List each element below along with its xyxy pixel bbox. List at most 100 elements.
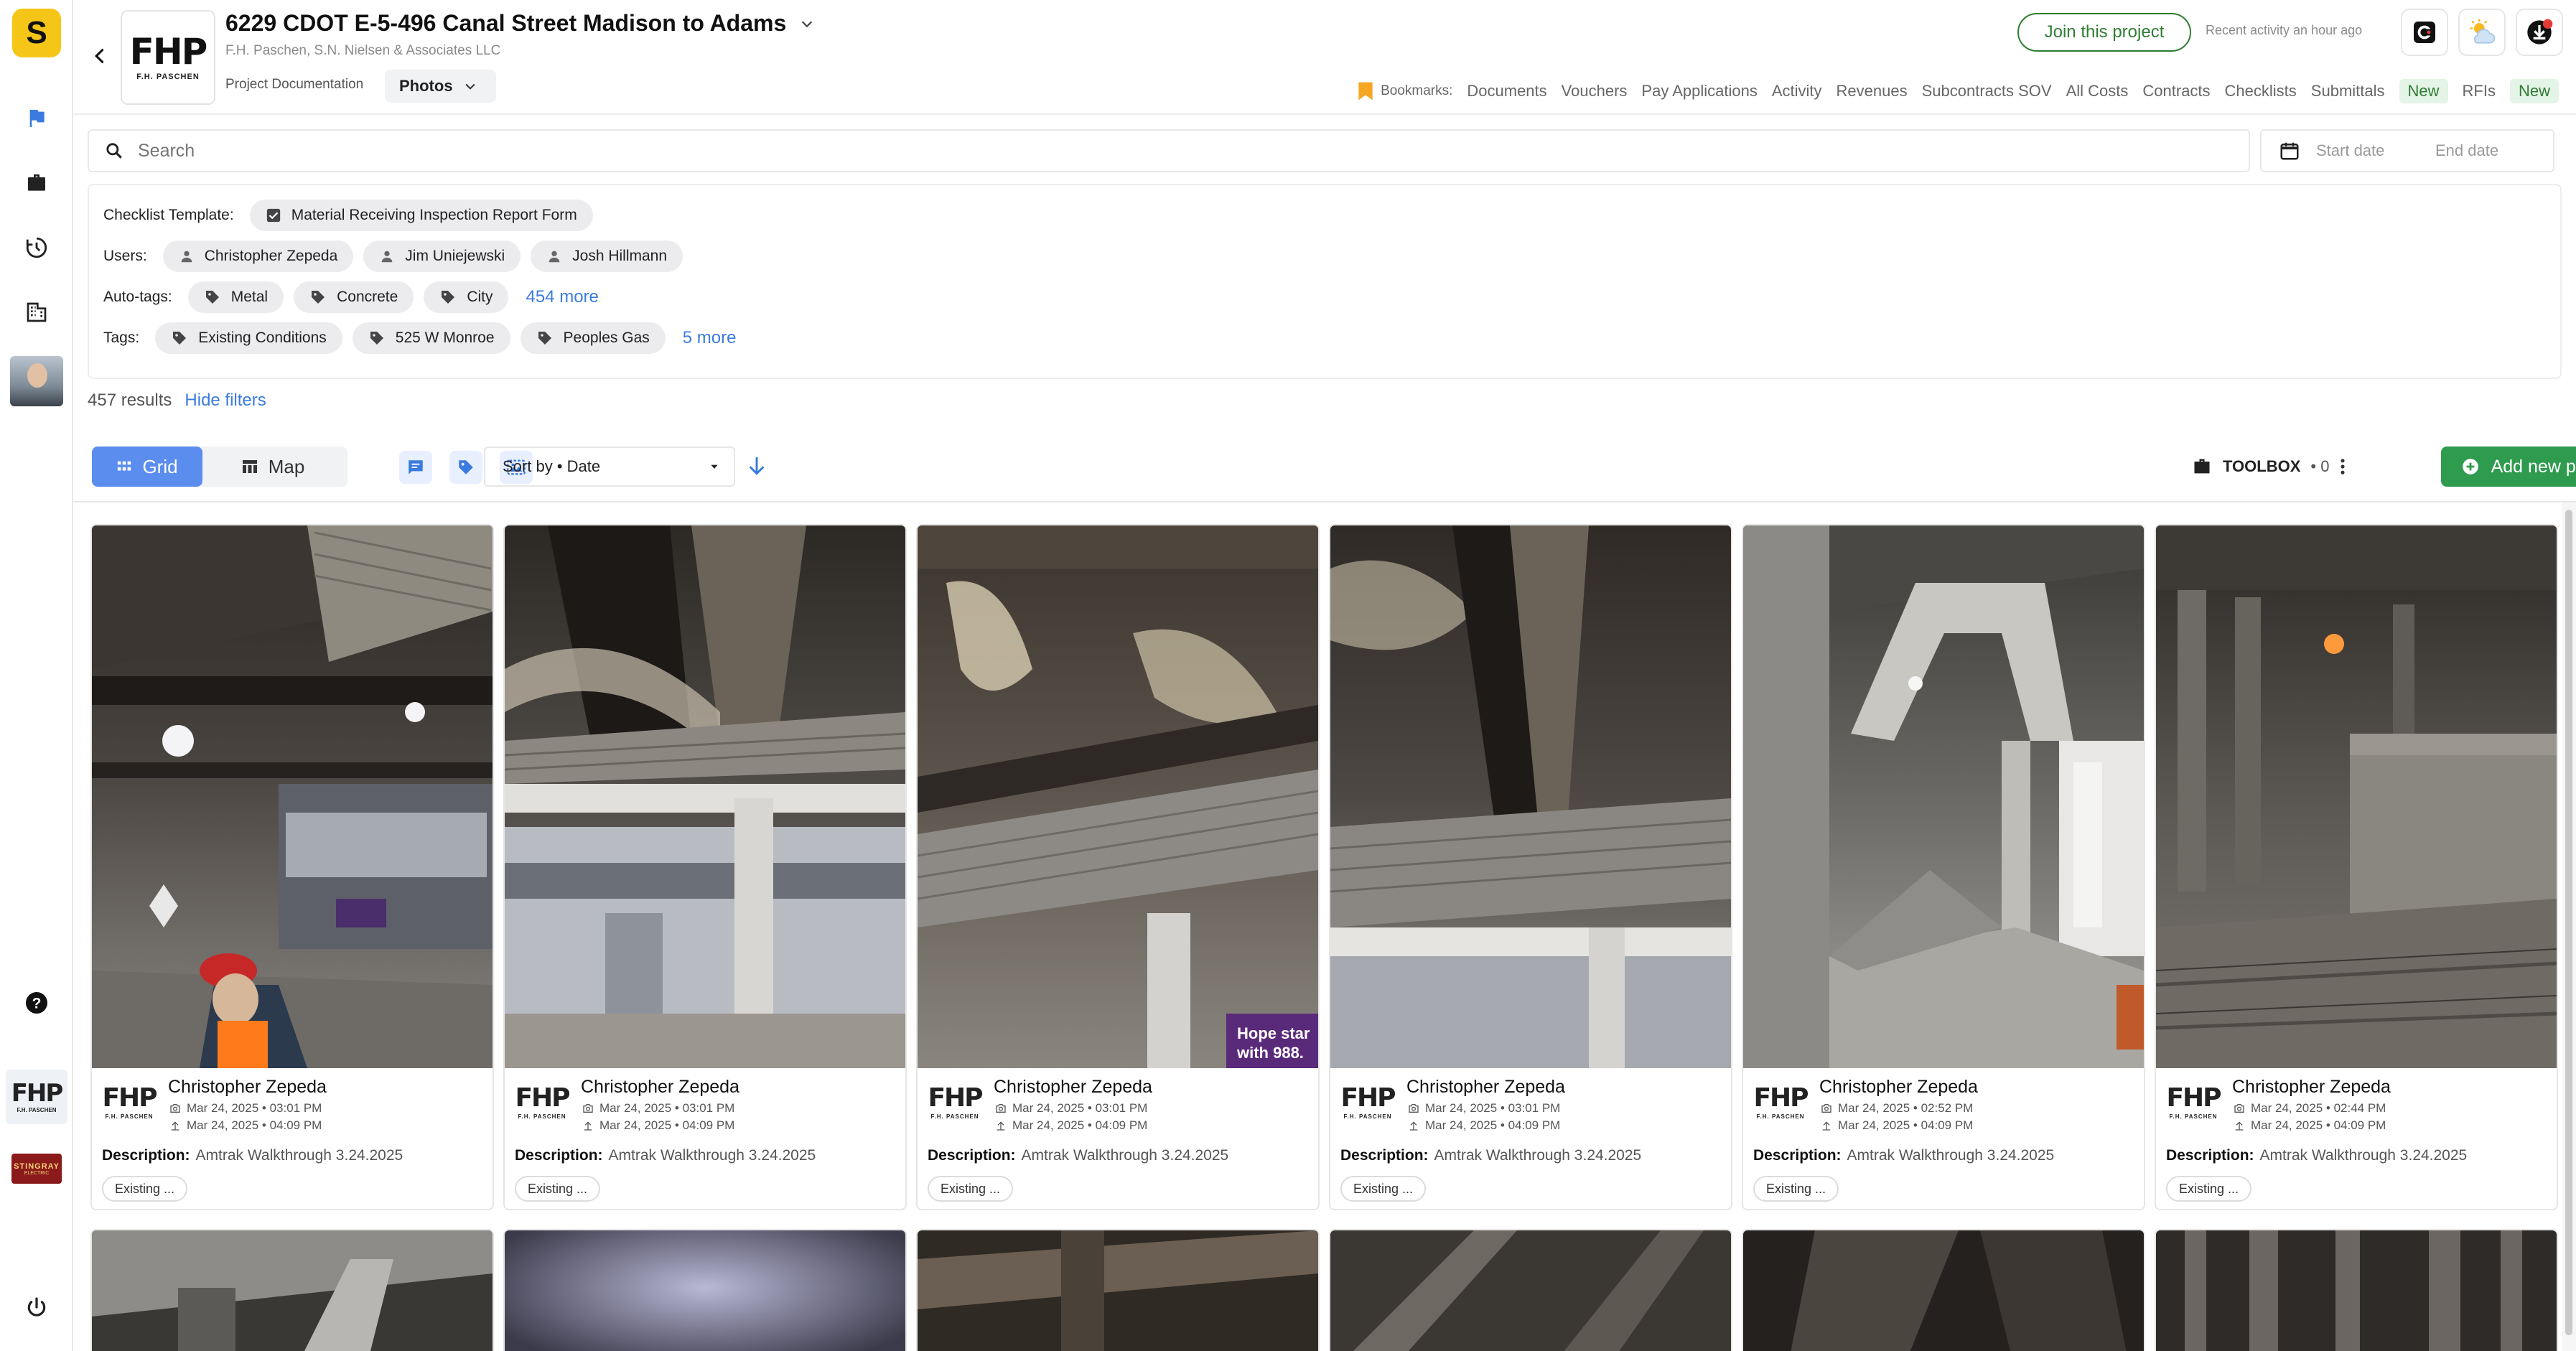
user-chip[interactable]: Christopher Zepeda	[162, 240, 354, 272]
tag-chip[interactable]: Existing Conditions	[155, 322, 342, 354]
nav-documents[interactable]: Documents	[1467, 82, 1546, 100]
bookmark-icon	[1358, 82, 1373, 100]
power-icon[interactable]	[20, 1291, 53, 1324]
photo-tag[interactable]: Existing ...	[1340, 1176, 1427, 1202]
user-chip[interactable]: Josh Hillmann	[531, 240, 683, 272]
photo-thumbnail[interactable]	[918, 1230, 1318, 1351]
photo-thumbnail[interactable]	[2156, 1230, 2557, 1351]
checklist-chip[interactable]: Material Receiving Inspection Report For…	[249, 200, 593, 231]
grid-scrollbar[interactable]	[2562, 502, 2576, 1351]
grid-view-button[interactable]: Grid	[92, 447, 202, 487]
add-new-photo-button[interactable]: Add new photo	[2441, 447, 2576, 487]
tag-icon	[205, 291, 219, 304]
help-icon[interactable]: ?	[20, 986, 53, 1019]
app-switch-button[interactable]	[2401, 9, 2448, 56]
photo-thumbnail[interactable]	[505, 1230, 905, 1351]
photo-card[interactable]: FHP F.H. PASCHEN Christopher Zepeda Mar 2…	[90, 524, 494, 1210]
taken-date: Mar 24, 2025 • 03:01 PM	[582, 1101, 734, 1116]
photo-card[interactable]	[503, 1229, 907, 1351]
autotag-chip[interactable]: Concrete	[294, 281, 414, 313]
photo-thumbnail[interactable]	[1743, 1230, 2144, 1351]
autotag-chip[interactable]: City	[424, 281, 509, 313]
start-date-input[interactable]: Start date	[2316, 141, 2435, 160]
photo-thumbnail[interactable]: Hope star with 988.	[918, 525, 1318, 1068]
autotags-more-link[interactable]: 454 more	[526, 287, 598, 307]
photo-card[interactable]: FHP F.H. PASCHEN Christopher Zepeda Mar 2…	[1329, 524, 1732, 1210]
photo-card[interactable]	[90, 1229, 494, 1351]
hide-filters-link[interactable]: Hide filters	[185, 391, 266, 411]
sort-select[interactable]: Sort by • Date	[484, 447, 735, 487]
scrollbar-thumb[interactable]	[2565, 510, 2572, 1335]
project-title[interactable]: 6229 CDOT E-5-496 Canal Street Madison t…	[225, 10, 815, 37]
photo-tag[interactable]: Existing ...	[102, 1176, 188, 1202]
more-vertical-icon[interactable]	[2339, 457, 2346, 477]
history-icon[interactable]	[20, 231, 53, 264]
upload-icon	[2235, 1121, 2244, 1131]
tags-more-link[interactable]: 5 more	[683, 328, 737, 348]
photo-card[interactable]: FHP F.H. PASCHEN Christopher Zepeda Mar 2…	[503, 524, 907, 1210]
photo-card[interactable]	[2155, 1229, 2558, 1351]
photo-card[interactable]: FHP F.H. PASCHEN Christopher Zepeda Mar 2…	[2155, 524, 2558, 1210]
downloads-button[interactable]	[2516, 9, 2563, 56]
photo-thumbnail[interactable]	[92, 1230, 493, 1351]
photo-tag[interactable]: Existing ...	[1753, 1176, 1839, 1202]
photo-tag[interactable]: Existing ...	[2166, 1176, 2252, 1202]
tag-chip[interactable]: 525 W Monroe	[352, 322, 510, 354]
map-view-button[interactable]: Map	[202, 447, 343, 487]
nav-contracts[interactable]: Contracts	[2142, 82, 2210, 100]
tag-icon	[442, 291, 455, 304]
building-icon[interactable]	[20, 296, 53, 329]
nav-pay-applications[interactable]: Pay Applications	[1641, 82, 1757, 100]
nav-revenues[interactable]: Revenues	[1837, 82, 1908, 100]
section-select[interactable]: Photos	[385, 70, 496, 103]
nav-activity[interactable]: Activity	[1772, 82, 1822, 100]
user-avatar[interactable]	[10, 356, 63, 406]
nav-all-costs[interactable]: All Costs	[2066, 82, 2129, 100]
breadcrumb[interactable]: Project Documentation	[225, 77, 363, 93]
tags-toggle[interactable]	[449, 451, 482, 484]
app-logo[interactable]: S	[12, 9, 61, 57]
tag-chip[interactable]: Peoples Gas	[520, 322, 666, 354]
photo-tag[interactable]: Existing ...	[515, 1176, 601, 1202]
nav-subcontracts-sov[interactable]: Subcontracts SOV	[1922, 82, 2052, 100]
nav-checklists[interactable]: Checklists	[2225, 82, 2297, 100]
photo-author: Christopher Zepeda	[1406, 1077, 1565, 1097]
date-range: Start date End date	[2260, 129, 2554, 172]
camera-icon	[1409, 1104, 1419, 1113]
photo-card[interactable]	[1742, 1229, 2145, 1351]
photo-card[interactable]: FHP F.H. PASCHEN Christopher Zepeda Mar 2…	[1742, 524, 2145, 1210]
photo-thumbnail[interactable]	[1743, 525, 2144, 1068]
briefcase-icon[interactable]	[20, 167, 53, 200]
photo-thumbnail[interactable]	[2156, 525, 2557, 1068]
company-stingray-sub: ELECTRIC	[24, 1170, 50, 1176]
flag-icon[interactable]	[20, 102, 53, 135]
chevron-down-icon[interactable]	[799, 16, 815, 32]
photo-tag[interactable]: Existing ...	[928, 1176, 1014, 1202]
end-date-input[interactable]: End date	[2435, 141, 2498, 160]
nav-vouchers[interactable]: Vouchers	[1562, 82, 1628, 100]
user-chip[interactable]: Jim Uniejewski	[363, 240, 521, 272]
back-arrow-icon[interactable]	[86, 42, 115, 70]
autotag-chip[interactable]: Metal	[187, 281, 284, 313]
join-project-button[interactable]: Join this project	[2017, 13, 2191, 52]
company-fhp[interactable]: FHP F.H. PASCHEN	[6, 1070, 67, 1124]
toolbox[interactable]: TOOLBOX • 0	[2191, 457, 2346, 477]
photo-description: Description: Amtrak Walkthrough 3.24.2025	[1753, 1147, 2054, 1164]
taken-date: Mar 24, 2025 • 03:01 PM	[169, 1101, 322, 1116]
photo-card[interactable]	[916, 1229, 1320, 1351]
photo-thumbnail[interactable]	[505, 525, 905, 1068]
comments-toggle[interactable]	[399, 451, 432, 484]
photo-thumbnail[interactable]	[1330, 1230, 1731, 1351]
app: S ? FHP F.H. PASCHEN STINGRAY ELECTRIC F…	[0, 0, 2576, 1351]
nav-submittals[interactable]: Submittals	[2311, 82, 2385, 100]
sort-direction-icon[interactable]	[745, 454, 768, 482]
weather-button[interactable]	[2458, 9, 2506, 56]
upload-icon	[1409, 1121, 1418, 1131]
photo-thumbnail[interactable]	[92, 525, 493, 1068]
photo-thumbnail[interactable]	[1330, 525, 1731, 1068]
nav-rfis[interactable]: RFIs	[2463, 82, 2496, 100]
photo-card[interactable]	[1329, 1229, 1732, 1351]
company-stingray[interactable]: STINGRAY ELECTRIC	[6, 1141, 67, 1196]
search-input[interactable]	[138, 140, 2148, 162]
photo-card[interactable]: Hope star with 988. FHP F.H. PASCHEN Chri…	[916, 524, 1320, 1210]
